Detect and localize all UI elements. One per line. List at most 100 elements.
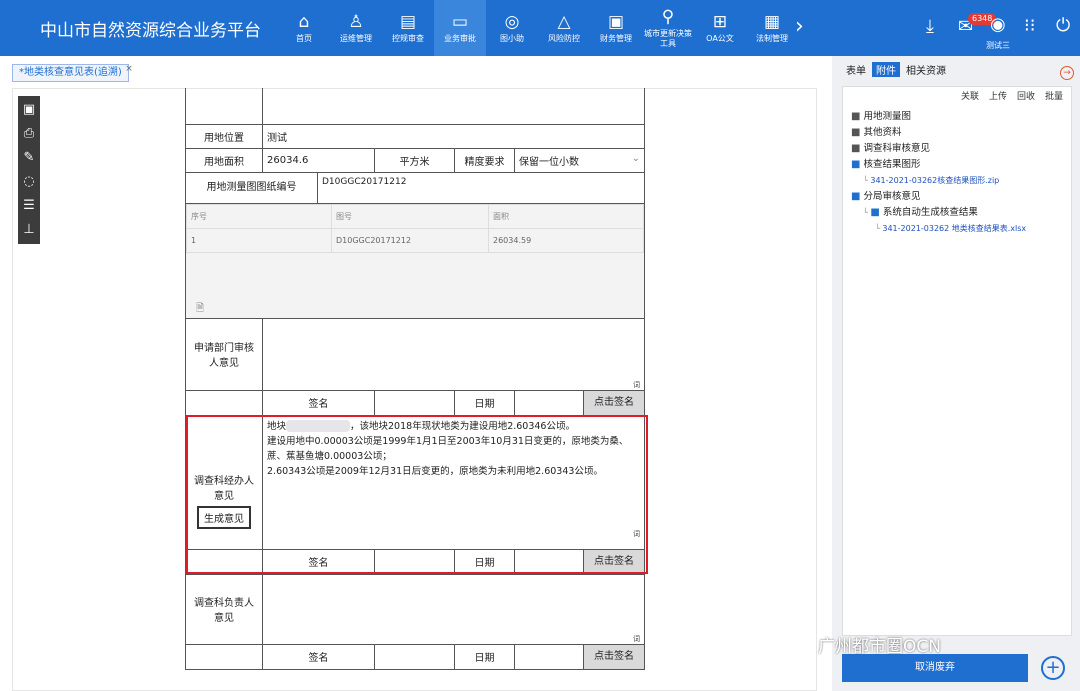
attachment-actions: 关联 上传 回收 批量 xyxy=(961,89,1063,102)
nav-icon: ▣ xyxy=(607,12,625,32)
org-icon[interactable]: ⊥ xyxy=(23,218,34,242)
tree-item[interactable]: ■ 其他资料 xyxy=(851,125,1026,141)
precision-select[interactable]: 保留一位小数 ⌄ xyxy=(514,147,645,173)
apps-icon[interactable]: ⁝⁝ xyxy=(1024,15,1035,36)
user-icon[interactable]: ◉ xyxy=(990,14,1006,35)
nav-item[interactable]: ⚲ 城市更新决策工具 xyxy=(642,0,694,56)
tab-resources[interactable]: 相关资源 xyxy=(906,62,946,77)
tree-label: 其他资料 xyxy=(863,127,902,138)
tab-land-check[interactable]: *地类核查意见表(追溯) × xyxy=(12,64,133,82)
nav-icon: ⊞ xyxy=(712,12,728,32)
sign-field[interactable] xyxy=(374,389,455,416)
tree-item[interactable]: └ ■ 系统自动生成核查结果 xyxy=(851,205,1026,221)
save-icon[interactable]: ▣ xyxy=(23,98,35,122)
nav-label: 图小助 xyxy=(500,34,524,43)
edit-icon[interactable]: ✎ xyxy=(24,146,35,170)
download-icon[interactable]: ⤓ xyxy=(926,16,934,37)
upload-button[interactable]: 上传 xyxy=(989,89,1007,102)
nav-next-icon[interactable]: › xyxy=(795,14,804,39)
nav-item[interactable]: △ 风险防控 xyxy=(538,0,590,56)
file-link: 341-2021-03262核查结果图形.zip xyxy=(870,176,1000,185)
drawing-value[interactable]: D10GGC20171212 xyxy=(318,173,410,203)
print-icon[interactable]: ⎙ xyxy=(24,122,34,146)
cancel-discard-button[interactable]: 取消废弃 xyxy=(842,654,1028,682)
folder-icon: ■ xyxy=(851,143,861,154)
char-count: 词 xyxy=(633,634,640,643)
tree-item[interactable]: ■ 核查结果图形 xyxy=(851,157,1026,173)
document-icon[interactable]: 🗎 xyxy=(196,301,644,318)
tree-item[interactable]: ■ 调查科审核意见 xyxy=(851,141,1026,157)
app-title: 中山市自然资源综合业务平台 xyxy=(40,21,261,41)
tool-strip: ▣ ⎙ ✎ ◌ ☰ ⊥ xyxy=(18,96,40,244)
attachment-tree: ■ 用地测量图 ■ 其他资料 ■ 调查科审核意见 ■ 核查结果图形 └ 341-2021… xyxy=(851,109,1026,237)
batch-button[interactable]: 批量 xyxy=(1045,89,1063,102)
nav-label: 业务审批 xyxy=(444,34,476,43)
char-count: 词 xyxy=(633,380,640,389)
nav-item[interactable]: ▭ 业务审批 xyxy=(434,0,486,56)
drawing-label: 用地测量图图纸编号 xyxy=(186,172,318,203)
dept-opinion-text[interactable]: 词 xyxy=(262,317,645,391)
user-name: 测试三 xyxy=(986,41,1010,50)
nav-item[interactable]: ▣ 财务管理 xyxy=(590,0,642,56)
nav-icon: ▤ xyxy=(399,12,417,32)
highlight-frame xyxy=(186,415,648,574)
sign-button[interactable]: 点击签名 xyxy=(584,644,644,669)
location-value[interactable]: 测试 xyxy=(262,123,645,149)
location-label: 用地位置 xyxy=(185,123,263,149)
nav-label: OA公文 xyxy=(706,34,734,43)
nav-item[interactable]: ♙ 运维管理 xyxy=(330,0,382,56)
col-area: 面积 xyxy=(488,203,644,229)
attachment-tree-panel: 关联 上传 回收 批量 ■ 用地测量图 ■ 其他资料 ■ 调查科审核意见 ■ 核查结果图… xyxy=(842,86,1072,636)
chief-opinion-text[interactable]: 词 xyxy=(262,573,645,645)
folder-icon: ■ xyxy=(851,111,861,122)
top-bar: 中山市自然资源综合业务平台 ⌂ 首页 ♙ 运维管理 ▤ 控规审查 ▭ 业务审批 ◎ 图小助 △ 风险防… xyxy=(0,0,1080,56)
sign-field[interactable] xyxy=(374,643,455,670)
chevron-down-icon: ⌄ xyxy=(631,152,640,164)
side-tabs: 表单 附件 相关资源 xyxy=(846,62,946,77)
cell-drawing: D10GGC20171212 xyxy=(331,227,489,253)
table-row[interactable]: 1 D10GGC20171212 26034.59 xyxy=(186,227,644,253)
date-field[interactable] xyxy=(515,390,584,415)
nav-item[interactable]: ⌂ 首页 xyxy=(278,0,330,56)
nav-icon: ⌂ xyxy=(298,12,310,32)
folder-icon: ■ xyxy=(851,127,861,138)
nav-label: 法制管理 xyxy=(756,34,788,43)
dept-opinion-label: 申请部门审核人意见 xyxy=(185,317,263,391)
collapse-icon[interactable]: → xyxy=(1060,66,1074,80)
opinion-form: 用地位置 测试 用地面积 26034.6 平方米 精度要求 保留一位小数 ⌄ 用地… xyxy=(185,88,645,670)
link-button[interactable]: 关联 xyxy=(961,89,979,102)
tree-file[interactable]: └ 341-2021-03262 地类核查结果表.xlsx xyxy=(851,221,1026,237)
date-label: 日期 xyxy=(454,643,515,670)
tree-item[interactable]: ■ 分局审核意见 xyxy=(851,189,1026,205)
nav-icon: ◎ xyxy=(504,12,520,32)
nav-item[interactable]: ⊞ OA公文 xyxy=(694,0,746,56)
add-icon[interactable]: + xyxy=(1041,656,1065,680)
tab-attachments[interactable]: 附件 xyxy=(872,62,900,77)
date-label: 日期 xyxy=(454,389,515,416)
power-icon[interactable]: ⏻ xyxy=(1056,15,1070,36)
list-icon[interactable]: ☰ xyxy=(23,194,35,218)
nav-label: 首页 xyxy=(296,34,312,43)
nav-item[interactable]: ◎ 图小助 xyxy=(486,0,538,56)
tree-item[interactable]: ■ 用地测量图 xyxy=(851,109,1026,125)
nav-item[interactable]: ▦ 法制管理 xyxy=(746,0,798,56)
tree-file[interactable]: └ 341-2021-03262核查结果图形.zip xyxy=(851,173,1026,189)
tab-bar: *地类核查意见表(追溯) × xyxy=(0,56,835,86)
precision-label: 精度要求 xyxy=(454,147,515,173)
sign-label: 签名 xyxy=(262,389,375,416)
date-field[interactable] xyxy=(515,644,584,669)
nav-item[interactable]: ▤ 控规审查 xyxy=(382,0,434,56)
tab-form[interactable]: 表单 xyxy=(846,62,866,77)
main-nav: ⌂ 首页 ♙ 运维管理 ▤ 控规审查 ▭ 业务审批 ◎ 图小助 △ 风险防控 ▣ 财务管理 ⚲ 城市更新决策工… xyxy=(278,0,798,56)
nav-label: 财务管理 xyxy=(600,34,632,43)
close-icon[interactable]: × xyxy=(125,61,133,77)
col-no: 序号 xyxy=(186,203,332,229)
area-value[interactable]: 26034.6 xyxy=(262,147,375,173)
tree-label: 分局审核意见 xyxy=(863,191,921,202)
folder-open-icon: ■ xyxy=(851,159,861,170)
cell-area: 26034.59 xyxy=(488,227,644,253)
recycle-button[interactable]: 回收 xyxy=(1017,89,1035,102)
sign-button[interactable]: 点击签名 xyxy=(584,390,644,415)
nav-label: 城市更新决策工具 xyxy=(644,29,692,48)
comment-icon[interactable]: ◌ xyxy=(23,170,34,194)
